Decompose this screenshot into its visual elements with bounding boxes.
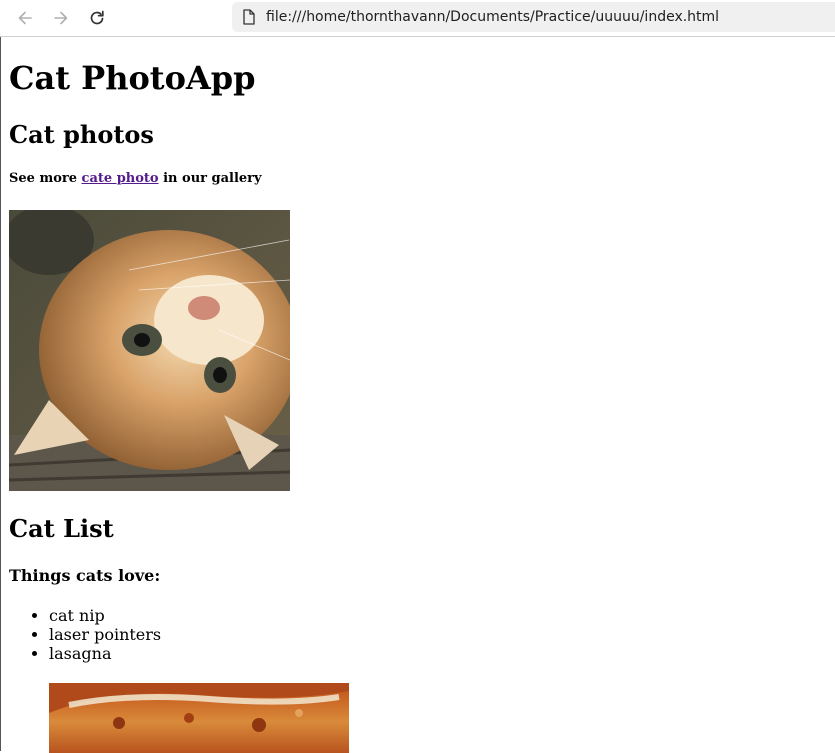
forward-button[interactable] <box>48 5 74 31</box>
reload-icon <box>90 10 104 25</box>
arrow-left-icon <box>18 11 32 25</box>
list-item: laser pointers <box>49 625 161 644</box>
list-item: lasagna <box>49 644 161 663</box>
gallery-link[interactable]: cate photo <box>82 171 159 186</box>
url-bar[interactable]: file:///home/thornthavann/Documents/Prac… <box>232 2 835 32</box>
things-cats-love-heading: Things cats love: <box>9 566 161 585</box>
page-title: Cat PhotoApp <box>9 59 256 97</box>
list-item: cat nip <box>49 606 161 625</box>
cat-list-heading: Cat List <box>9 514 114 543</box>
url-text[interactable]: file:///home/thornthavann/Documents/Prac… <box>266 9 719 25</box>
cat-likes-list: cat nip laser pointers lasagna <box>9 606 161 663</box>
kitten-photo <box>9 210 290 491</box>
back-button[interactable] <box>12 5 38 31</box>
lasagna-photo <box>49 683 349 753</box>
gallery-text-suffix: in our gallery <box>163 171 262 186</box>
reload-button[interactable] <box>84 5 110 31</box>
gallery-text: See more cate photo in our gallery <box>9 171 262 186</box>
browser-toolbar: file:///home/thornthavann/Documents/Prac… <box>0 0 835 37</box>
window-edge <box>0 37 1 751</box>
gallery-text-prefix: See more <box>9 171 78 186</box>
cat-photos-heading: Cat photos <box>9 120 154 149</box>
arrow-right-icon <box>54 11 68 25</box>
file-icon <box>242 9 256 25</box>
